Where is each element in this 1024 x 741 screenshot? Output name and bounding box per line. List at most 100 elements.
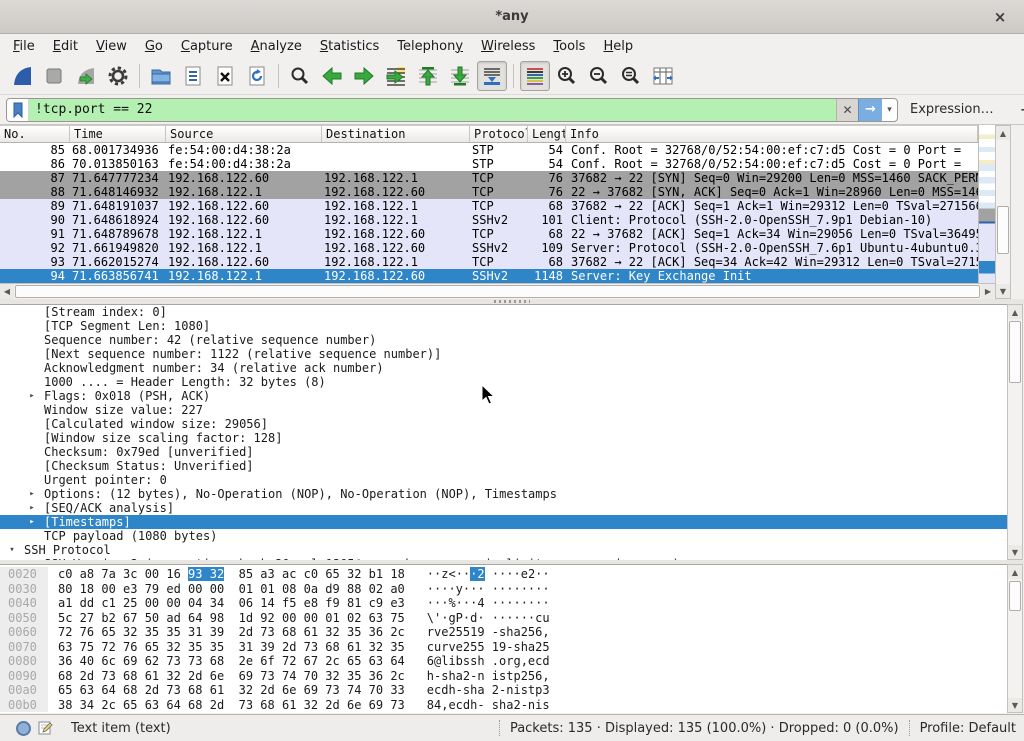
- packet-row-89[interactable]: 8971.648191037192.168.122.60192.168.122.…: [0, 199, 978, 213]
- column-header-source[interactable]: Source: [166, 126, 322, 142]
- menu-edit[interactable]: Edit: [44, 36, 87, 57]
- scroll-down-arrow[interactable]: ▼: [996, 284, 1010, 298]
- hex-row-0090[interactable]: 009068 2d 73 68 61 32 2d 6e 69 73 74 70 …: [0, 669, 1007, 684]
- stop-capture-button[interactable]: [39, 61, 69, 91]
- detail-line[interactable]: 1000 .... = Header Length: 32 bytes (8): [0, 375, 1007, 389]
- hex-bytes[interactable]: 80 18 00 e3 79 ed 00 00 01 01 08 0a d9 8…: [48, 582, 405, 597]
- detail-line[interactable]: ▸Options: (12 bytes), No-Operation (NOP)…: [0, 487, 1007, 501]
- detail-line[interactable]: ▾SSH Protocol: [0, 543, 1007, 557]
- hex-bytes[interactable]: 72 76 65 32 35 35 31 39 2d 73 68 61 32 3…: [48, 625, 405, 640]
- ascii-bytes[interactable]: \'·gP·d· ······cu: [405, 611, 550, 626]
- detail-line[interactable]: TCP payload (1080 bytes): [0, 529, 1007, 543]
- column-header-info[interactable]: Info: [566, 126, 978, 142]
- capture-options-button[interactable]: [103, 61, 133, 91]
- ascii-bytes[interactable]: ··z<···2 ····e2··: [405, 567, 550, 582]
- capture-comment-icon[interactable]: [37, 720, 53, 736]
- column-header-length[interactable]: Length: [528, 126, 566, 142]
- hex-row-0020[interactable]: 0020c0 a8 7a 3c 00 16 93 32 85 a3 ac c0 …: [0, 567, 1007, 582]
- hex-bytes[interactable]: 68 2d 73 68 61 32 2d 6e 69 73 74 70 32 3…: [48, 669, 405, 684]
- detail-line[interactable]: ▸[Timestamps]: [0, 515, 1007, 529]
- filter-history-caret[interactable]: ▾: [882, 99, 897, 121]
- detail-line[interactable]: Sequence number: 42 (relative sequence n…: [0, 333, 1007, 347]
- detail-line[interactable]: ▸Flags: 0x018 (PSH, ACK): [0, 389, 1007, 403]
- colorize-packets-button[interactable]: [520, 61, 550, 91]
- resize-columns-button[interactable]: [648, 61, 678, 91]
- packet-list-vscrollbar[interactable]: ▲ ▼: [995, 125, 1011, 299]
- packet-row-93[interactable]: 9371.662015274192.168.122.60192.168.122.…: [0, 255, 978, 269]
- scroll-up-arrow[interactable]: ▲: [1008, 305, 1022, 319]
- filter-clear-button[interactable]: ✕: [836, 99, 858, 121]
- hex-bytes[interactable]: 38 34 2c 65 63 64 68 2d 73 68 61 32 2d 6…: [48, 698, 405, 713]
- column-header-no[interactable]: No.: [0, 126, 70, 142]
- scroll-down-arrow[interactable]: ▼: [1008, 698, 1022, 712]
- go-to-packet-button[interactable]: [381, 61, 411, 91]
- scroll-thumb[interactable]: [1009, 321, 1021, 383]
- menu-wireless[interactable]: Wireless: [472, 36, 544, 57]
- packet-row-90[interactable]: 9071.648618924192.168.122.60192.168.122.…: [0, 213, 978, 227]
- scroll-thumb[interactable]: [997, 206, 1009, 254]
- collapsed-arrow-icon[interactable]: ▸: [26, 487, 38, 501]
- menu-analyze[interactable]: Analyze: [242, 36, 311, 57]
- hex-row-0080[interactable]: 008036 40 6c 69 62 73 73 68 2e 6f 72 67 …: [0, 654, 1007, 669]
- menu-telephony[interactable]: Telephony: [388, 36, 472, 57]
- packet-row-86[interactable]: 8670.013850163fe:54:00:d4:38:2aSTP54Conf…: [0, 157, 978, 171]
- scroll-up-arrow[interactable]: ▲: [996, 126, 1010, 140]
- column-header-protocol[interactable]: Protocol: [470, 126, 528, 142]
- detail-line[interactable]: [Stream index: 0]: [0, 305, 1007, 319]
- zoom-out-button[interactable]: [584, 61, 614, 91]
- detail-line[interactable]: ▸[SEQ/ACK analysis]: [0, 501, 1007, 515]
- collapsed-arrow-icon[interactable]: ▸: [26, 515, 38, 529]
- column-header-destination[interactable]: Destination: [322, 126, 470, 142]
- ascii-bytes[interactable]: h-sha2-n istp256,: [405, 669, 550, 684]
- hex-row-00a0[interactable]: 00a065 63 64 68 2d 73 68 61 32 2d 6e 69 …: [0, 683, 1007, 698]
- ascii-bytes[interactable]: ···%···4 ········: [405, 596, 550, 611]
- detail-line[interactable]: [Calculated window size: 29056]: [0, 417, 1007, 431]
- ascii-bytes[interactable]: 84,ecdh- sha2-nis: [405, 698, 550, 713]
- ascii-bytes[interactable]: curve255 19-sha25: [405, 640, 550, 655]
- filter-apply-button[interactable]: →: [858, 99, 882, 121]
- find-packet-button[interactable]: [285, 61, 315, 91]
- menu-capture[interactable]: Capture: [172, 36, 242, 57]
- go-forward-button[interactable]: [349, 61, 379, 91]
- hex-row-0070[interactable]: 007063 75 72 76 65 32 35 35 31 39 2d 73 …: [0, 640, 1007, 655]
- collapsed-arrow-icon[interactable]: ▸: [26, 501, 38, 515]
- hex-bytes[interactable]: 5c 27 b2 67 50 ad 64 98 1d 92 00 00 01 0…: [48, 611, 405, 626]
- detail-line[interactable]: [Checksum Status: Unverified]: [0, 459, 1007, 473]
- menu-file[interactable]: File: [4, 36, 44, 57]
- close-window-button[interactable]: ×: [990, 7, 1010, 27]
- detail-line[interactable]: Checksum: 0x79ed [unverified]: [0, 445, 1007, 459]
- close-file-button[interactable]: [210, 61, 240, 91]
- packet-row-91[interactable]: 9171.648789678192.168.122.1192.168.122.6…: [0, 227, 978, 241]
- detail-line[interactable]: Window size value: 227: [0, 403, 1007, 417]
- detail-line[interactable]: [Next sequence number: 1122 (relative se…: [0, 347, 1007, 361]
- menu-help[interactable]: Help: [594, 36, 642, 57]
- packet-list-header[interactable]: No.TimeSourceDestinationProtocolLengthIn…: [0, 125, 978, 143]
- menu-tools[interactable]: Tools: [544, 36, 594, 57]
- hex-bytes[interactable]: a1 dd c1 25 00 00 04 34 06 14 f5 e8 f9 8…: [48, 596, 405, 611]
- detail-line[interactable]: [TCP Segment Len: 1080]: [0, 319, 1007, 333]
- hex-vscrollbar[interactable]: ▲ ▼: [1007, 564, 1023, 713]
- go-first-button[interactable]: [413, 61, 443, 91]
- hex-row-0060[interactable]: 006072 76 65 32 35 35 31 39 2d 73 68 61 …: [0, 625, 1007, 640]
- zoom-in-button[interactable]: [552, 61, 582, 91]
- scroll-thumb[interactable]: [1009, 581, 1021, 611]
- scroll-thumb[interactable]: [15, 285, 980, 298]
- menu-go[interactable]: Go: [136, 36, 172, 57]
- menu-statistics[interactable]: Statistics: [311, 36, 388, 57]
- menu-view[interactable]: View: [87, 36, 136, 57]
- restart-capture-button[interactable]: [71, 61, 101, 91]
- scroll-left-arrow[interactable]: ◀: [0, 284, 14, 299]
- filter-value[interactable]: !tcp.port == 22: [29, 99, 836, 121]
- ascii-bytes[interactable]: ecdh-sha 2-nistp3: [405, 683, 550, 698]
- packet-row-88[interactable]: 8871.648146932192.168.122.1192.168.122.6…: [0, 185, 978, 199]
- packet-row-92[interactable]: 9271.661949820192.168.122.1192.168.122.6…: [0, 241, 978, 255]
- go-back-button[interactable]: [317, 61, 347, 91]
- scroll-up-arrow[interactable]: ▲: [1008, 565, 1022, 579]
- collapsed-arrow-icon[interactable]: ▸: [26, 389, 38, 403]
- zoom-reset-button[interactable]: [616, 61, 646, 91]
- auto-scroll-button[interactable]: [477, 61, 507, 91]
- packet-list-hscrollbar[interactable]: ◀ ▶: [0, 283, 995, 299]
- detail-line[interactable]: Urgent pointer: 0: [0, 473, 1007, 487]
- hex-bytes[interactable]: 63 75 72 76 65 32 35 35 31 39 2d 73 68 6…: [48, 640, 405, 655]
- display-filter-input[interactable]: !tcp.port == 22 ✕ → ▾: [6, 98, 898, 122]
